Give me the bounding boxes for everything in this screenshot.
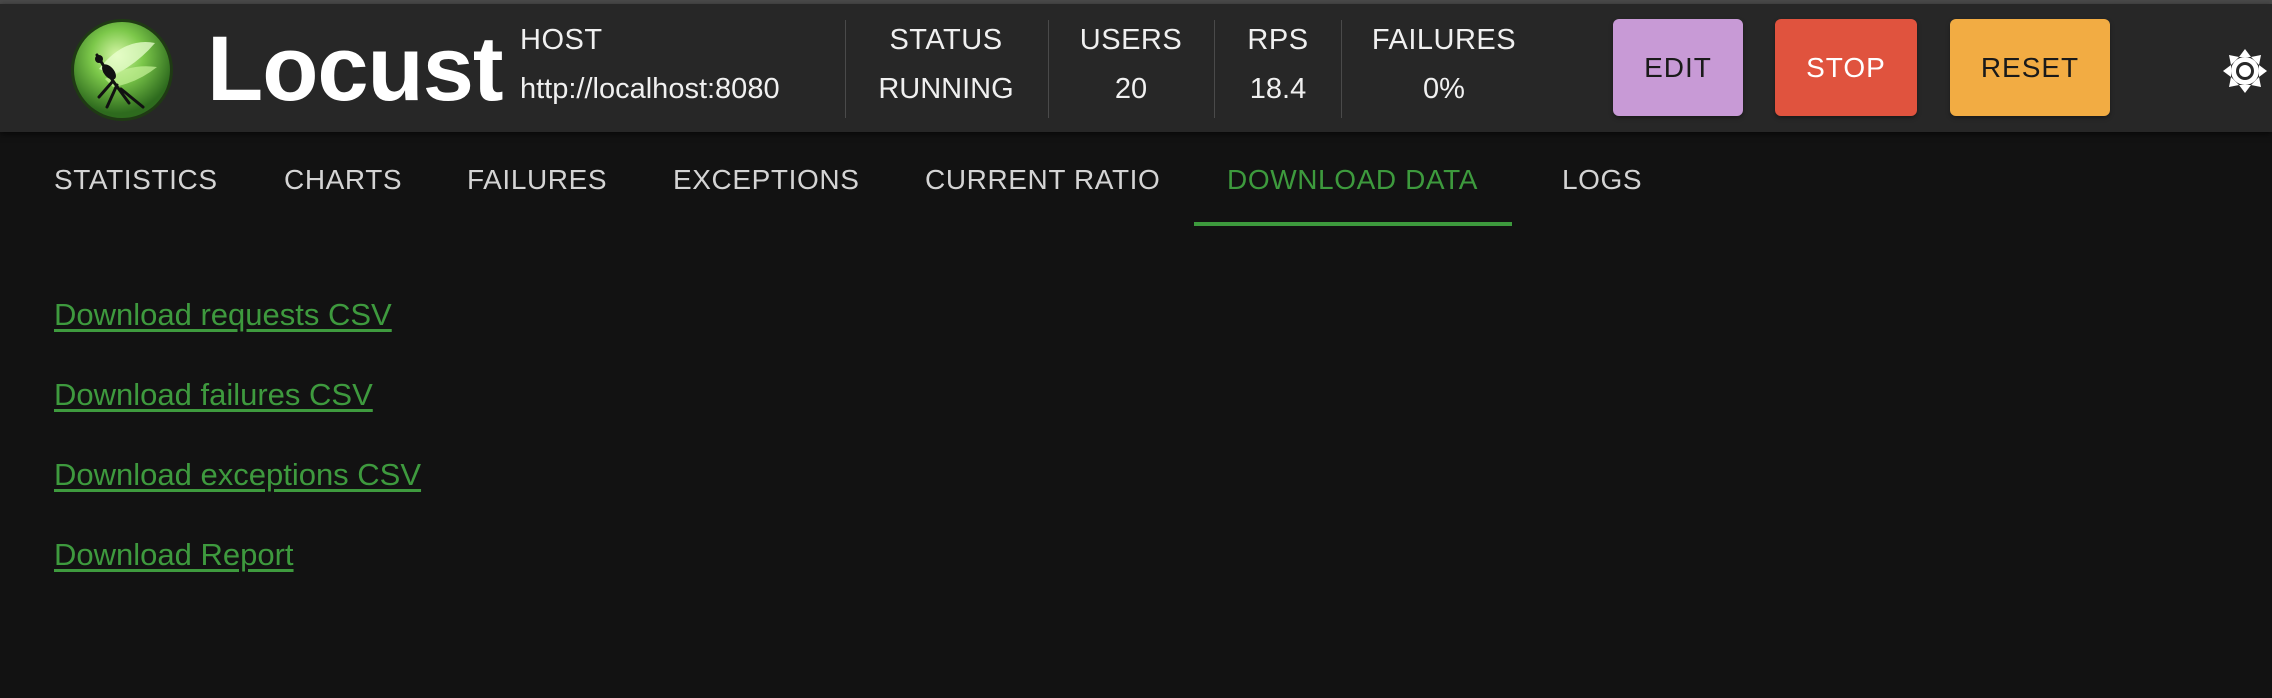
stop-button[interactable]: STOP [1775, 19, 1917, 116]
reset-button[interactable]: RESET [1950, 19, 2110, 116]
failures-value: 0% [1423, 73, 1465, 105]
tab-download-data[interactable]: DOWNLOAD DATA [1227, 132, 1478, 227]
sun-gear-icon[interactable] [2222, 48, 2268, 94]
download-links: Download requests CSV Download failures … [54, 295, 421, 615]
app-title: Locust [207, 18, 504, 120]
status-stat: STATUS RUNNING [870, 20, 1022, 120]
failures-label: FAILURES [1371, 24, 1517, 56]
tab-logs[interactable]: LOGS [1562, 132, 1642, 227]
tab-exceptions[interactable]: EXCEPTIONS [673, 132, 859, 227]
download-requests-csv-link[interactable]: Download requests CSV [54, 295, 421, 335]
tab-statistics[interactable]: STATISTICS [54, 132, 218, 227]
stat-divider [1341, 20, 1342, 118]
rps-stat: RPS 18.4 [1238, 20, 1318, 120]
stat-divider [1048, 20, 1049, 118]
rps-value: 18.4 [1249, 73, 1307, 105]
tab-failures[interactable]: FAILURES [467, 132, 607, 227]
users-stat: USERS 20 [1075, 20, 1187, 120]
active-tab-indicator [1194, 222, 1512, 226]
tab-current-ratio[interactable]: CURRENT RATIO [925, 132, 1160, 227]
main-tabs: STATISTICS CHARTS FAILURES EXCEPTIONS CU… [0, 132, 2272, 227]
stat-divider [1214, 20, 1215, 118]
edit-button[interactable]: EDIT [1613, 19, 1743, 116]
tab-charts[interactable]: CHARTS [284, 132, 402, 227]
stat-divider [845, 20, 846, 118]
download-exceptions-csv-link[interactable]: Download exceptions CSV [54, 455, 421, 495]
rps-label: RPS [1247, 24, 1309, 56]
failures-stat: FAILURES 0% [1365, 20, 1523, 120]
host-value: http://localhost:8080 [520, 73, 780, 105]
download-failures-csv-link[interactable]: Download failures CSV [54, 375, 421, 415]
status-value: RUNNING [878, 73, 1014, 105]
users-value: 20 [1114, 73, 1148, 105]
status-label: STATUS [889, 24, 1003, 56]
download-report-link[interactable]: Download Report [54, 535, 421, 575]
host-stat: HOST http://localhost:8080 [520, 20, 780, 120]
locust-logo-icon[interactable] [69, 17, 175, 123]
host-label: HOST [520, 24, 603, 56]
users-label: USERS [1079, 24, 1183, 56]
top-navbar: Locust HOST http://localhost:8080 STATUS… [0, 4, 2272, 132]
